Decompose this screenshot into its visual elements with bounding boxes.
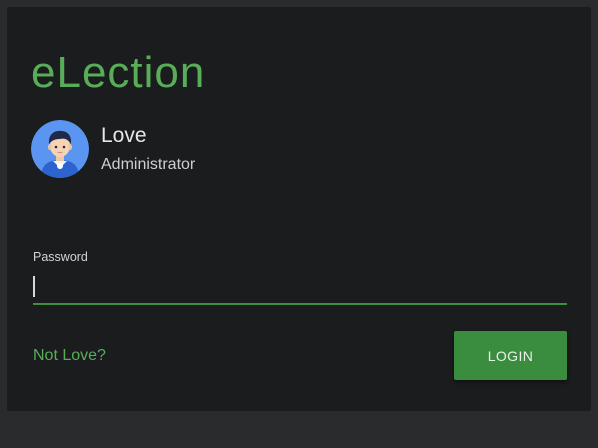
- user-role: Administrator: [101, 156, 196, 173]
- user-name: Love: [101, 124, 147, 147]
- app-title: eLection: [31, 48, 206, 97]
- user-avatar-icon: [31, 120, 89, 178]
- login-button[interactable]: LOGIN: [454, 331, 567, 380]
- text-cursor: [33, 276, 35, 297]
- password-input[interactable]: [33, 271, 567, 305]
- not-user-link[interactable]: Not Love?: [33, 346, 106, 366]
- login-card: eLection Love Administrator Password Not…: [7, 7, 591, 411]
- password-label: Password: [33, 250, 88, 264]
